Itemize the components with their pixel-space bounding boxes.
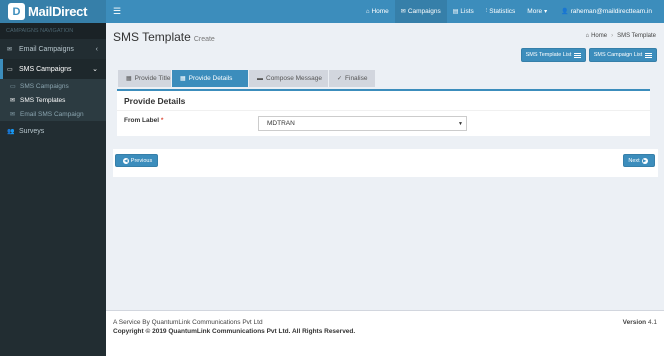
nav-home-label: Home xyxy=(371,8,389,15)
brand-name: MailDirect xyxy=(28,4,88,19)
chevron-down-icon: ⌄ xyxy=(92,66,98,73)
top-nav-menu: ⌂ Home ✉ Campaigns ▤ Lists ⫶ Statistics More… xyxy=(360,0,658,23)
message-icon: ▬ xyxy=(257,75,263,82)
sms-icon: ▭ xyxy=(7,66,13,73)
step-label: Provide Details xyxy=(188,75,233,82)
page-subtitle: Create xyxy=(193,36,215,43)
version-label: Version xyxy=(622,319,647,326)
panel-title: Provide Details xyxy=(124,96,186,106)
nav-home[interactable]: ⌂ Home xyxy=(360,0,395,23)
caret-down-icon: ▼ xyxy=(458,120,463,127)
chevron-left-icon: ‹ xyxy=(95,45,98,53)
required-mark: * xyxy=(160,117,164,124)
provide-details-panel: Provide Details From Label * MDTRAN ▼ xyxy=(117,89,650,136)
hamburger-icon[interactable]: ☰ xyxy=(113,6,121,17)
previous-label: Previous xyxy=(130,157,153,164)
from-label-select[interactable]: MDTRAN ▼ xyxy=(258,116,467,131)
from-label-label: From Label * xyxy=(124,117,163,124)
previous-button[interactable]: ◀ Previous xyxy=(115,154,158,167)
sidebar-item-label: SMS Campaigns xyxy=(19,65,72,73)
next-label: Next xyxy=(628,157,640,164)
caret-down-icon: ▾ xyxy=(544,9,548,15)
nav-lists-label: Lists xyxy=(460,8,474,15)
footer-copyright: Copyright © 2019 QuantumLink Communicati… xyxy=(113,328,356,335)
step-label: Finalise xyxy=(345,75,368,82)
list-icon xyxy=(574,52,582,58)
nav-user[interactable]: 👤 raheman@maildirectteam.in xyxy=(555,0,658,23)
sidebar-subitem-label: Email SMS Campaign xyxy=(20,110,84,118)
step-provide-details[interactable]: ▦ Provide Details xyxy=(172,70,248,87)
breadcrumb-separator: › xyxy=(611,33,614,39)
breadcrumb-home[interactable]: Home xyxy=(591,33,607,39)
check-icon: ✓ xyxy=(337,76,343,82)
top-navbar: D MailDirect ☰ ⌂ Home ✉ Campaigns ▤ Lists ⫶… xyxy=(0,0,664,23)
from-label-value: MDTRAN xyxy=(267,120,295,127)
user-icon: 👤 xyxy=(561,9,569,15)
next-button[interactable]: Next ▶ xyxy=(623,154,655,167)
envelope-icon: ✉ xyxy=(400,9,406,15)
home-icon: ⌂ xyxy=(365,8,370,15)
nav-statistics[interactable]: ⫶ Statistics xyxy=(480,0,522,23)
sidebar-subitem-sms-templates[interactable]: ✉ SMS Templates xyxy=(0,93,106,107)
sidebar-item-label: Email Campaigns xyxy=(19,45,74,53)
step-compose-message[interactable]: ▬ Compose Message xyxy=(249,70,328,87)
sms-template-list-button[interactable]: SMS Template List xyxy=(521,48,586,62)
logo-icon: D xyxy=(8,3,25,20)
sms-campaign-list-button[interactable]: SMS Campaign List xyxy=(589,48,657,62)
sidebar-subitem-email-sms-campaign[interactable]: ✉ Email SMS Campaign xyxy=(0,107,106,121)
envelope-icon: ✉ xyxy=(10,97,16,104)
nav-statistics-label: Statistics xyxy=(489,8,516,15)
list-icon: ▤ xyxy=(452,9,459,15)
divider xyxy=(117,110,650,111)
sidebar-subitem-label: SMS Campaigns xyxy=(20,82,69,90)
sidebar-header: CAMPAIGNS NAVIGATION xyxy=(0,23,106,39)
users-icon: 👥 xyxy=(7,128,15,135)
chart-icon: ⫶ xyxy=(485,8,488,14)
wizard-nav-panel: ◀ Previous Next ▶ xyxy=(113,149,658,177)
home-icon: ⌂ xyxy=(585,33,590,39)
nav-more[interactable]: More ▾ xyxy=(521,0,555,23)
nav-campaigns[interactable]: ✉ Campaigns xyxy=(394,0,447,23)
sidebar-subitem-sms-campaigns[interactable]: ▭ SMS Campaigns xyxy=(0,79,106,93)
page-title: SMS Template Create xyxy=(113,30,215,44)
list-icon xyxy=(645,52,653,58)
envelope-icon: ✉ xyxy=(10,111,16,118)
arrow-left-icon: ◀ xyxy=(122,157,129,164)
footer-service: A Service By QuantumLink Communications … xyxy=(113,319,263,326)
grid-icon: ▦ xyxy=(180,76,186,82)
nav-user-label: raheman@maildirectteam.in xyxy=(570,8,652,15)
wizard-steps: ▦ Provide Title ▦ Provide Details ▬ Compose… xyxy=(118,70,376,87)
sidebar: CAMPAIGNS NAVIGATION ✉ Email Campaigns ‹… xyxy=(0,23,106,356)
sidebar-item-sms-campaigns[interactable]: ▭ SMS Campaigns ⌄ xyxy=(0,59,106,79)
brand-logo[interactable]: D MailDirect xyxy=(0,0,106,23)
sms-template-list-label: SMS Template List xyxy=(525,52,572,58)
sms-campaign-list-label: SMS Campaign List xyxy=(593,52,643,58)
breadcrumb: ⌂ Home › SMS Template xyxy=(585,33,656,39)
breadcrumb-current: SMS Template xyxy=(617,33,656,39)
sidebar-item-email-campaigns[interactable]: ✉ Email Campaigns ‹ xyxy=(0,39,106,59)
nav-more-label: More xyxy=(527,8,543,15)
sidebar-item-label: Surveys xyxy=(19,127,45,135)
sidebar-subitem-label: SMS Templates xyxy=(20,96,66,104)
step-label: Provide Title xyxy=(134,75,171,82)
envelope-icon: ✉ xyxy=(7,46,13,53)
footer-version: Version 4.1 xyxy=(623,319,657,326)
step-provide-title[interactable]: ▦ Provide Title xyxy=(118,70,171,87)
step-finalise[interactable]: ✓ Finalise xyxy=(329,70,375,87)
sms-icon: ▭ xyxy=(10,83,16,90)
arrow-right-icon: ▶ xyxy=(641,157,648,164)
footer: A Service By QuantumLink Communications … xyxy=(106,310,664,356)
sidebar-item-surveys[interactable]: 👥 Surveys xyxy=(0,121,106,141)
grid-icon: ▦ xyxy=(126,76,132,82)
version-number: 4.1 xyxy=(647,319,657,326)
page-title-text: SMS Template xyxy=(113,30,191,44)
from-label-text: From Label xyxy=(124,117,160,124)
sidebar-submenu: ▭ SMS Campaigns ✉ SMS Templates ✉ Email … xyxy=(0,79,106,121)
nav-lists[interactable]: ▤ Lists xyxy=(447,0,480,23)
step-label: Compose Message xyxy=(266,75,322,82)
nav-campaigns-label: Campaigns xyxy=(407,8,441,15)
